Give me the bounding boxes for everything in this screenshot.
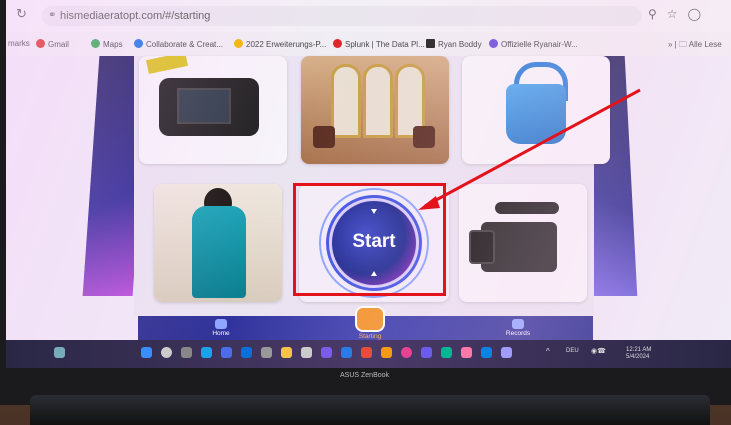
teal-coat-image (192, 206, 246, 298)
bookmark-ryanair[interactable]: Offizielle Ryanair-W... (489, 39, 578, 49)
app-icon[interactable] (481, 347, 492, 358)
ryan-boddy-icon (426, 39, 435, 48)
product-tile-handbag (462, 56, 610, 164)
clock-time: 12:21 AM (626, 347, 652, 353)
browser-toolbar-icons[interactable]: ⚲☆◯ (648, 7, 711, 21)
edge-icon[interactable] (201, 347, 212, 358)
app-icon[interactable] (421, 347, 432, 358)
app-icon[interactable] (461, 347, 472, 358)
clock[interactable]: 12:21 AM 5/4/2024 (626, 347, 651, 361)
splunk-icon (333, 39, 342, 48)
bookmark-splunk[interactable]: Splunk | The Data Pl... (333, 39, 425, 49)
task-view-icon[interactable] (181, 347, 192, 358)
search-icon[interactable] (161, 347, 172, 358)
chrome-icon[interactable] (401, 347, 412, 358)
bookmark-maps[interactable]: Maps (91, 39, 123, 49)
bookmarks-bar: marks Gmail Maps Collaborate & Creat... … (6, 32, 731, 57)
camera-screen (177, 88, 231, 124)
file-explorer-icon[interactable] (281, 347, 292, 358)
app-icon[interactable] (381, 347, 392, 358)
camera-lens (469, 230, 495, 264)
collaborate-icon (134, 39, 143, 48)
address-bar[interactable]: ⚭ hismediaeratopt.com/#/starting (42, 6, 642, 26)
erweiterungs-icon (234, 39, 243, 48)
nav-home-label: Home (212, 330, 230, 337)
app-icon[interactable] (501, 347, 512, 358)
bookmark-item[interactable]: marks (8, 39, 30, 48)
play-square-icon (355, 306, 385, 332)
start-menu-icon[interactable] (141, 347, 152, 358)
laptop-brand-label: ASUS ZenBook (340, 372, 390, 379)
app-bottom-nav: Home Starting Records (138, 306, 593, 340)
bookmark-folder-others[interactable]: » | 🗀 Alle Lese (668, 39, 722, 53)
annotation-highlight-box (293, 183, 446, 296)
home-icon (215, 319, 227, 329)
salon-chair (313, 126, 335, 148)
weather-icon[interactable] (54, 347, 65, 358)
windows-taskbar: ^ DEU ◉☎ 12:21 AM 5/4/2024 (6, 340, 731, 368)
bookmark-gmail[interactable]: Gmail (36, 39, 69, 49)
mail-icon[interactable] (241, 347, 252, 358)
gmail-icon (36, 39, 45, 48)
bookmark-collaborate[interactable]: Collaborate & Creat... (134, 39, 223, 49)
language-indicator[interactable]: DEU (566, 348, 579, 354)
app-icon[interactable] (341, 347, 352, 358)
blue-handbag-image (506, 84, 566, 144)
app-icon[interactable] (361, 347, 372, 358)
app-icon[interactable] (321, 347, 332, 358)
salon-chair (413, 126, 435, 148)
product-tile-video-camera (459, 184, 587, 302)
bookmark-erweiterungs[interactable]: 2022 Erweiterungs-P... (234, 39, 326, 49)
app-icon[interactable] (441, 347, 452, 358)
camera-microphone (495, 202, 559, 214)
network-volume-battery-icons[interactable]: ◉☎ (591, 347, 615, 358)
nav-starting[interactable]: Starting (335, 306, 405, 340)
product-tile-salon (301, 56, 449, 164)
nav-records-label: Records (505, 330, 531, 337)
teams-icon[interactable] (221, 347, 232, 358)
app-icon[interactable] (301, 347, 312, 358)
salon-mirror (331, 64, 361, 138)
laptop-keyboard-deck (30, 395, 710, 425)
maps-icon (91, 39, 100, 48)
site-info-icon[interactable]: ⚭ (48, 6, 56, 26)
reload-icon[interactable]: ↻ (16, 6, 27, 22)
url-text: hismediaeratopt.com/#/starting (60, 10, 211, 22)
camera-strap (145, 56, 189, 75)
bookmark-ryan-boddy[interactable]: Ryan Boddy (426, 39, 482, 49)
browser-address-row: ↻ ⚭ hismediaeratopt.com/#/starting ⚲☆◯ (6, 0, 731, 32)
settings-icon[interactable] (261, 347, 272, 358)
records-icon (512, 319, 524, 329)
nav-home[interactable]: Home (186, 316, 256, 337)
tray-chevron-icon[interactable]: ^ (546, 347, 557, 358)
product-tile-coat (154, 184, 282, 302)
nav-starting-label: Starting (358, 333, 382, 340)
clock-date: 5/4/2024 (626, 354, 650, 360)
salon-mirror (363, 64, 393, 138)
nav-records[interactable]: Records (483, 316, 553, 337)
product-tile-camera (139, 56, 287, 164)
ryanair-icon (489, 39, 498, 48)
